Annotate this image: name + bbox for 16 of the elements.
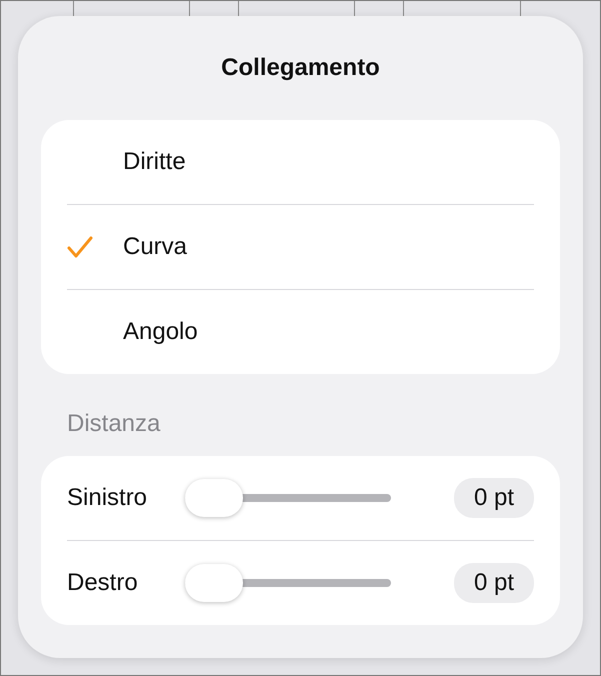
slider-label: Sinistro: [67, 484, 148, 512]
value-field[interactable]: 0 pt: [454, 563, 534, 603]
option-label: Diritte: [123, 148, 186, 176]
option-row[interactable]: Diritte: [67, 120, 534, 205]
slider-label: Destro: [67, 569, 139, 597]
option-row[interactable]: Angolo: [67, 290, 534, 374]
option-label: Curva: [123, 233, 188, 261]
section-header: Distanza: [67, 410, 160, 438]
option-row[interactable]: Curva: [67, 205, 534, 290]
slider-thumb[interactable]: [185, 479, 243, 517]
value-field[interactable]: 0 pt: [454, 478, 534, 518]
slider-track[interactable]: [185, 478, 391, 518]
slider-thumb[interactable]: [185, 564, 243, 602]
popover-title: Collegamento: [221, 54, 380, 82]
slider-track[interactable]: [185, 563, 391, 603]
option-label: Angolo: [123, 318, 198, 346]
